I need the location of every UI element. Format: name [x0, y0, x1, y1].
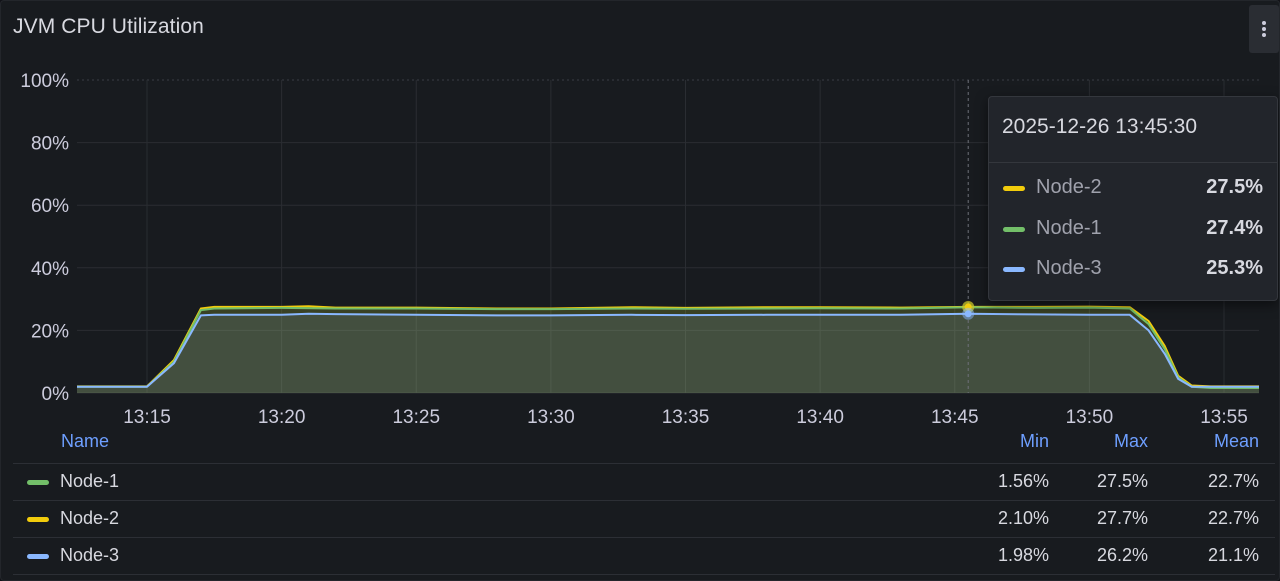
x-tick-label: 13:35: [662, 407, 710, 428]
x-tick-label: 13:25: [392, 407, 440, 428]
y-tick-label: 40%: [31, 259, 69, 280]
legend-mean: 22.7%: [1207, 508, 1259, 528]
y-tick-label: 100%: [20, 71, 69, 92]
legend-row[interactable]: Node-2 2.10% 27.7% 22.7%: [13, 500, 1275, 537]
tooltip-series-value: 25.3%: [1206, 257, 1263, 279]
y-tick-label: 80%: [31, 134, 69, 155]
legend-max: 26.2%: [1096, 545, 1148, 565]
legend-min: 2.10%: [997, 508, 1049, 528]
tooltip-series-value: 27.4%: [1206, 217, 1263, 239]
tooltip-row: Node-1 27.4%: [989, 214, 1277, 244]
legend-header-name[interactable]: Name: [61, 431, 109, 461]
legend-mean: 21.1%: [1207, 545, 1259, 565]
series-swatch: [1003, 227, 1025, 232]
legend-row[interactable]: Node-1 1.56% 27.5% 22.7%: [13, 463, 1275, 500]
tooltip-divider: [989, 162, 1277, 163]
x-tick-label: 13:50: [1066, 407, 1114, 428]
series-swatch: [27, 554, 49, 559]
tooltip-time: 2025-12-26 13:45:30: [1002, 115, 1197, 138]
series-swatch: [27, 480, 49, 485]
y-tick-label: 0%: [42, 384, 70, 405]
tooltip-series-name: Node-1: [1036, 217, 1102, 239]
legend-mean: 22.7%: [1207, 471, 1259, 491]
series-swatch: [27, 517, 49, 522]
panel: JVM CPU Utilization 0% 20% 40% 60% 80% 100% 13…: [0, 0, 1280, 581]
tooltip-series-value: 27.5%: [1206, 176, 1263, 198]
x-tick-label: 13:15: [123, 407, 171, 428]
y-tick-label: 20%: [31, 321, 69, 342]
series-swatch: [1003, 186, 1025, 191]
legend-row[interactable]: Node-3 1.98% 26.2% 21.1%: [13, 537, 1275, 575]
legend-header-mean[interactable]: Mean: [1169, 431, 1259, 461]
series-swatch: [1003, 267, 1025, 272]
x-tick-label: 13:45: [931, 407, 979, 428]
legend-series-name[interactable]: Node-1: [60, 471, 119, 492]
chart-tooltip: 2025-12-26 13:45:30 Node-2 27.5% Node-1 …: [988, 96, 1278, 301]
tooltip-row: Node-3 25.3%: [989, 254, 1277, 284]
y-tick-label: 60%: [31, 196, 69, 217]
x-tick-label: 13:30: [527, 407, 575, 428]
legend-series-name[interactable]: Node-3: [60, 545, 119, 566]
series-area-node-3: [77, 313, 1259, 393]
tooltip-series-name: Node-2: [1036, 176, 1102, 198]
legend-min: 1.98%: [997, 545, 1049, 565]
legend-header-max[interactable]: Max: [1058, 431, 1148, 461]
legend-max: 27.7%: [1096, 508, 1148, 528]
tooltip-row: Node-2 27.5%: [989, 173, 1277, 203]
x-tick-label: 13:40: [796, 407, 844, 428]
legend-max: 27.5%: [1096, 471, 1148, 491]
legend-header-min[interactable]: Min: [959, 431, 1049, 461]
hover-point: [964, 310, 972, 318]
legend-series-name[interactable]: Node-2: [60, 508, 119, 529]
x-tick-label: 13:55: [1200, 407, 1248, 428]
legend-min: 1.56%: [997, 471, 1049, 491]
x-tick-label: 13:20: [258, 407, 306, 428]
tooltip-series-name: Node-3: [1036, 257, 1102, 279]
